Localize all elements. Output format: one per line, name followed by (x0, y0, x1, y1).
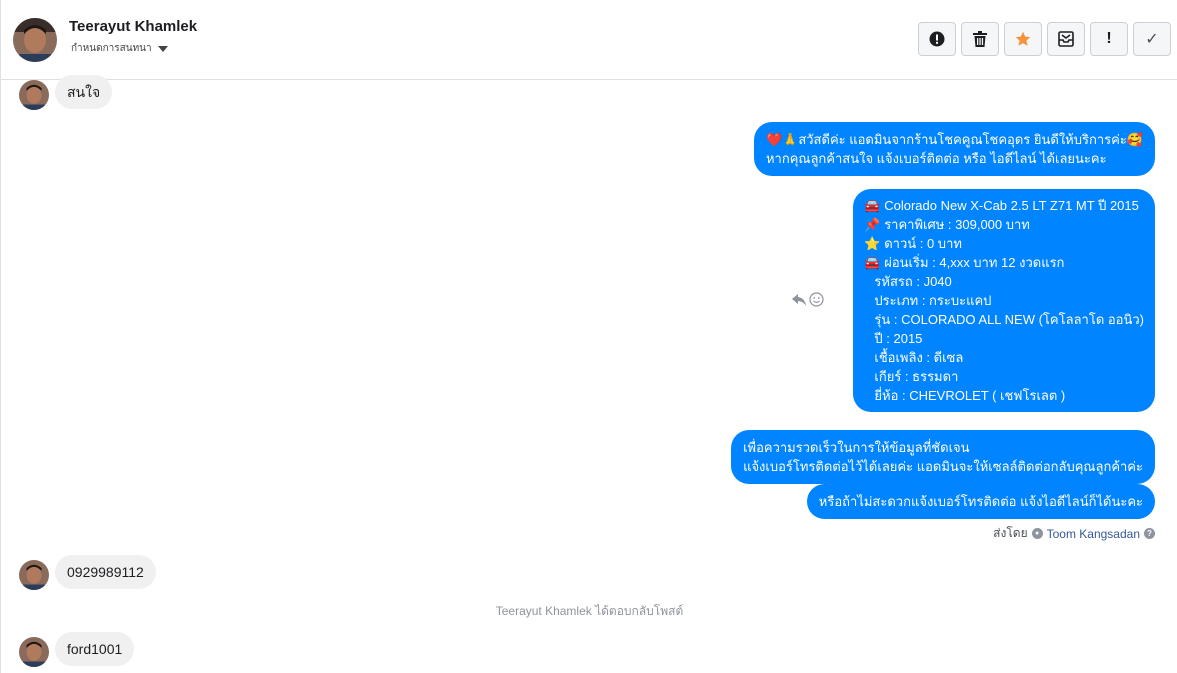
message-line: เชื้อเพลิง : ดีเซล (874, 350, 964, 365)
sent-by-label: ส่งโดย (993, 526, 1028, 540)
sender-avatar (19, 560, 49, 590)
sent-by-info: ส่งโดย ● Toom Kangsadan ? (993, 524, 1155, 543)
incoming-message[interactable]: 0929989112 (55, 555, 156, 589)
status-label: กำหนดการสนทนา (71, 43, 152, 54)
mark-spam-button[interactable] (918, 22, 956, 56)
help-icon[interactable]: ? (1144, 528, 1155, 539)
outgoing-message[interactable]: เพื่อความรวดเร็วในการให้ข้อมูลที่ชัดเจน … (731, 430, 1155, 484)
message-line: ประเภท : กระบะแคป (874, 293, 992, 308)
contact-avatar[interactable] (13, 18, 57, 62)
delete-button[interactable] (961, 22, 999, 56)
system-note: Teerayut Khamlek ได้ตอบกลับโพสต์ (495, 604, 684, 618)
message-line: ⭐ ดาวน์ : 0 บาท (864, 236, 962, 251)
incoming-message[interactable]: ford1001 (55, 632, 135, 666)
outgoing-message-car-details[interactable]: 🚘 Colorado New X-Cab 2.5 LT Z71 MT ปี 20… (853, 189, 1155, 412)
agent-icon: ● (1031, 528, 1043, 539)
sender-avatar (19, 637, 49, 667)
emoji-reaction-icon[interactable] (809, 292, 824, 307)
message-thread[interactable]: สนใจ ❤️🙏สวัสดีค่ะ แอดมินจากร้านโชคคูณโชค… (1, 75, 1177, 673)
agent-name[interactable]: Toom Kangsadan (1047, 527, 1140, 541)
message-line: รุ่น : COLORADO ALL NEW (โคโลลาโด ออนิว) (874, 312, 1144, 327)
mark-done-button[interactable]: ✓ (1133, 22, 1171, 56)
outgoing-message[interactable]: ❤️🙏สวัสดีค่ะ แอดมินจากร้านโชคคูณโชคอุดร … (753, 122, 1155, 176)
message-line: 🚘 ผ่อนเริ่ม : 4,xxx บาท 12 งวดแรก (864, 255, 1065, 270)
message-line: ปี : 2015 (874, 331, 923, 346)
exclamation-icon: ! (1106, 30, 1112, 47)
message-line: แจ้งเบอร์โทรติดต่อไว้ได้เลยค่ะ แอดมินจะใ… (743, 459, 1143, 474)
message-line: 🚘 Colorado New X-Cab 2.5 LT Z71 MT ปี 20… (864, 198, 1139, 213)
message-line: ❤️🙏สวัสดีค่ะ แอดมินจากร้านโชคคูณโชคอุดร … (765, 132, 1143, 147)
message-actions (791, 292, 824, 307)
mark-important-button[interactable]: ! (1090, 22, 1128, 56)
outgoing-message[interactable]: หรือถ้าไม่สะดวกแจ้งเบอร์โทรติดต่อ แจ้งไอ… (806, 484, 1155, 519)
conversation-header: Teerayut Khamlek กำหนดการสนทนา ! ✓ (1, 0, 1177, 80)
message-line: เพื่อความรวดเร็วในการให้ข้อมูลที่ชัดเจน (743, 440, 970, 455)
message-line: ยี่ห้อ : CHEVROLET ( เชฟโรเลต ) (874, 388, 1066, 403)
message-line: หรือถ้าไม่สะดวกแจ้งเบอร์โทรติดต่อ แจ้งไอ… (818, 494, 1143, 509)
sender-avatar (19, 80, 49, 110)
contact-name[interactable]: Teerayut Khamlek (69, 18, 197, 35)
incoming-message[interactable]: สนใจ (55, 75, 113, 109)
archive-icon (1058, 31, 1074, 47)
check-icon: ✓ (1145, 31, 1159, 48)
alert-circle-icon (929, 31, 945, 47)
message-line: รหัสรถ : J040 (874, 274, 952, 289)
message-line: เกียร์ : ธรรมดา (874, 369, 959, 384)
star-button[interactable] (1004, 22, 1042, 56)
star-icon (1015, 31, 1031, 46)
reply-icon[interactable] (791, 293, 807, 307)
trash-icon (973, 31, 987, 47)
message-line: 📌 ราคาพิเศษ : 309,000 บาท (864, 217, 1030, 232)
message-line: หากคุณลูกค้าสนใจ แจ้งเบอร์ติดต่อ หรือ ไอ… (765, 151, 1107, 166)
archive-button[interactable] (1047, 22, 1085, 56)
conversation-status-dropdown[interactable]: กำหนดการสนทนา (71, 41, 168, 56)
conversation-toolbar: ! ✓ (918, 22, 1171, 56)
caret-down-icon (157, 45, 168, 52)
inbox-conversation: Teerayut Khamlek กำหนดการสนทนา ! ✓ สนใจ … (0, 0, 1177, 673)
